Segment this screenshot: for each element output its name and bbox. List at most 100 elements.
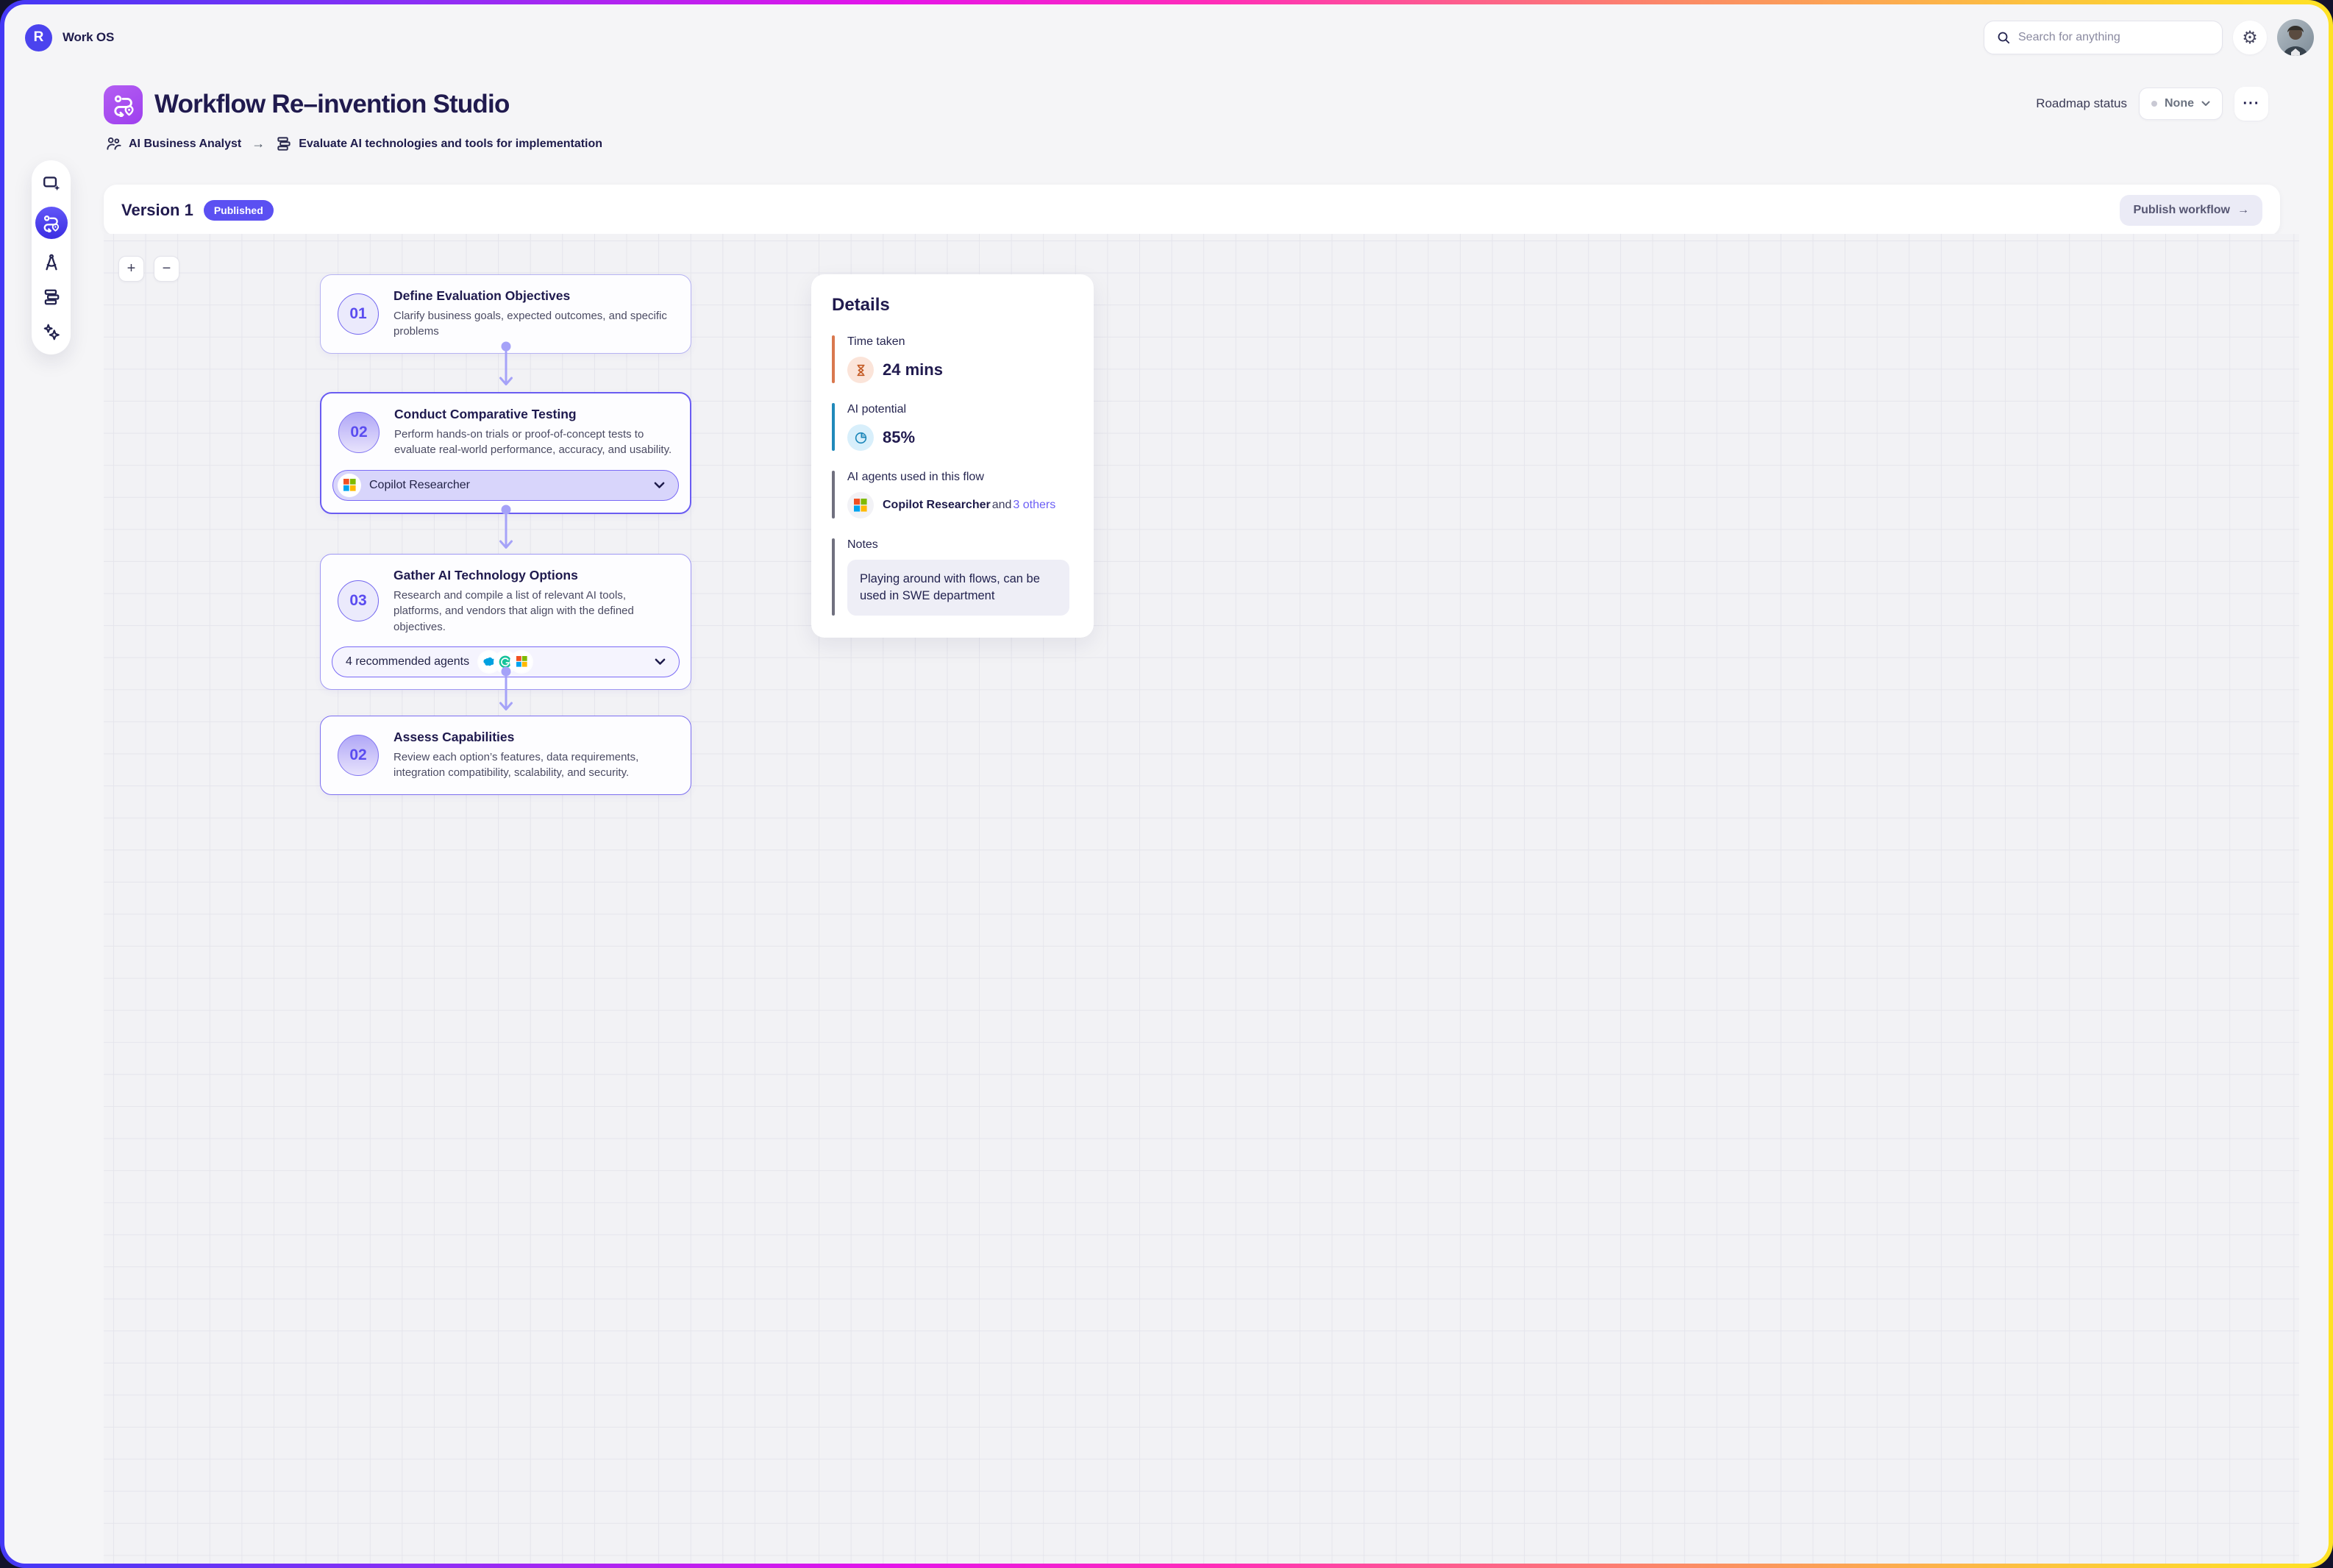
step-number-badge: 02 [338, 735, 379, 776]
accent-bar [832, 335, 835, 383]
publish-workflow-button[interactable]: Publish workflow → [2120, 195, 2262, 226]
search-input[interactable] [2018, 31, 2210, 44]
sidebar-item-ai[interactable] [40, 321, 63, 343]
details-panel: Details Time taken 24 mins [811, 274, 1094, 638]
more-options-button[interactable]: ··· [2234, 87, 2268, 121]
chevron-down-icon [2201, 101, 2210, 107]
roadmap-status-dropdown[interactable]: None [2139, 88, 2223, 120]
top-bar: R Work OS ⚙ [25, 19, 2314, 56]
other-agents-link[interactable]: 3 others [1013, 499, 1055, 511]
step-card-content: 02 Assess Capabilities Review each optio… [332, 728, 680, 783]
breadcrumb-task[interactable]: Evaluate AI technologies and tools for i… [275, 135, 602, 152]
gear-icon: ⚙ [2242, 27, 2258, 49]
accent-bar [832, 403, 835, 451]
people-icon [105, 135, 122, 152]
notes-label: Notes [847, 538, 1069, 552]
agents-line: Copilot Researcherand3 others [883, 499, 1055, 512]
gradient-frame: R Work OS ⚙ [0, 0, 2333, 1568]
step-card-content: 03 Gather AI Technology Options Research… [332, 566, 680, 636]
ai-potential-label: AI potential [847, 403, 915, 416]
compass-icon [42, 253, 61, 272]
step-description: Clarify business goals, expected outcome… [393, 308, 674, 340]
brand-name: Work OS [63, 30, 114, 45]
arrow-right-icon: → [2237, 204, 2249, 217]
work-os-logo-icon[interactable]: R [25, 24, 52, 51]
breadcrumb-role-label: AI Business Analyst [129, 138, 241, 151]
workflow-canvas[interactable]: + − 01 Define Evaluation Objectives Clar… [104, 234, 2299, 1564]
zoom-controls: + − [118, 256, 179, 282]
microsoft-logo [847, 492, 874, 518]
settings-button[interactable]: ⚙ [2233, 21, 2267, 54]
step-number-badge: 02 [338, 412, 380, 453]
notes-text[interactable]: Playing around with flows, can be used i… [847, 560, 1069, 616]
sidebar-item-design[interactable] [40, 252, 63, 274]
step-card-content: 01 Define Evaluation Objectives Clarify … [332, 287, 680, 341]
step-number-badge: 03 [338, 580, 379, 621]
step-description: Review each option’s features, data requ… [393, 749, 674, 781]
time-taken-value: 24 mins [883, 360, 943, 379]
stack-icon [275, 135, 292, 152]
time-taken-label: Time taken [847, 335, 943, 349]
pie-chart-icon [847, 424, 874, 451]
app-window: R Work OS ⚙ [4, 4, 2329, 1564]
brand: R Work OS [25, 24, 114, 51]
hourglass-icon [847, 357, 874, 383]
agents-connector-text: and [991, 499, 1014, 511]
step-title: Define Evaluation Objectives [393, 288, 674, 304]
agent-selector[interactable]: Copilot Researcher [332, 470, 679, 501]
status-dot [2151, 101, 2157, 107]
user-avatar[interactable] [2277, 19, 2314, 56]
breadcrumb-task-label: Evaluate AI technologies and tools for i… [299, 138, 602, 151]
detail-ai-agents: AI agents used in this flow Copilot Rese… [832, 471, 1073, 518]
breadcrumb: AI Business Analyst → Evaluate AI techno… [105, 135, 602, 152]
workflow-studio-icon-tile [104, 85, 143, 124]
version-bar: Version 1 Published Publish workflow → [104, 185, 2280, 236]
chevron-down-icon [654, 482, 665, 489]
sidebar-item-share[interactable] [40, 172, 63, 194]
route-icon [112, 93, 135, 117]
ai-agents-label: AI agents used in this flow [847, 471, 1055, 484]
accent-bar [832, 471, 835, 518]
header-right: Roadmap status None ··· [2036, 87, 2268, 121]
step-title: Assess Capabilities [393, 730, 674, 745]
step-card-content: 02 Conduct Comparative Testing Perform h… [332, 405, 679, 460]
primary-agent: Copilot Researcher [883, 499, 991, 511]
search-bar[interactable] [1984, 21, 2223, 54]
flow-connector [496, 341, 516, 393]
topbar-right: ⚙ [1984, 19, 2314, 56]
recommended-agents-label: 4 recommended agents [346, 655, 469, 669]
flow-connector [496, 505, 516, 556]
roadmap-status-value: None [2165, 97, 2194, 110]
sparkles-icon [42, 322, 61, 341]
flow-connector [496, 666, 516, 718]
screen-share-icon [42, 174, 61, 193]
published-badge: Published [204, 200, 274, 221]
ai-potential-value: 85% [883, 428, 915, 447]
accent-bar [832, 538, 835, 616]
chevron-down-icon [655, 658, 666, 666]
roadmap-status-label: Roadmap status [2036, 96, 2127, 111]
step-description: Research and compile a list of relevant … [393, 588, 674, 635]
details-heading: Details [832, 295, 1073, 316]
detail-time-taken: Time taken 24 mins [832, 335, 1073, 383]
step-title: Conduct Comparative Testing [394, 407, 673, 422]
stack-icon [42, 288, 61, 307]
microsoft-logo [338, 474, 361, 497]
version-title: Version 1 [121, 201, 193, 220]
page-title: Workflow Re–invention Studio [154, 90, 510, 119]
sidebar-item-tasks[interactable] [40, 286, 63, 308]
step-title: Gather AI Technology Options [393, 568, 674, 583]
breadcrumb-role[interactable]: AI Business Analyst [105, 135, 241, 152]
step-card-4[interactable]: 02 Assess Capabilities Review each optio… [320, 716, 691, 795]
step-card-2[interactable]: 02 Conduct Comparative Testing Perform h… [320, 392, 691, 514]
breadcrumb-arrow-icon: → [249, 136, 268, 152]
zoom-in-button[interactable]: + [118, 256, 144, 282]
step-description: Perform hands-on trials or proof-of-conc… [394, 427, 673, 458]
search-icon [1996, 30, 2011, 45]
route-icon [42, 214, 60, 232]
zoom-out-button[interactable]: − [154, 256, 179, 282]
detail-ai-potential: AI potential 85% [832, 403, 1073, 451]
sidebar-item-workflows[interactable] [35, 207, 68, 239]
publish-workflow-label: Publish workflow [2133, 204, 2230, 217]
step-number-badge: 01 [338, 293, 379, 335]
